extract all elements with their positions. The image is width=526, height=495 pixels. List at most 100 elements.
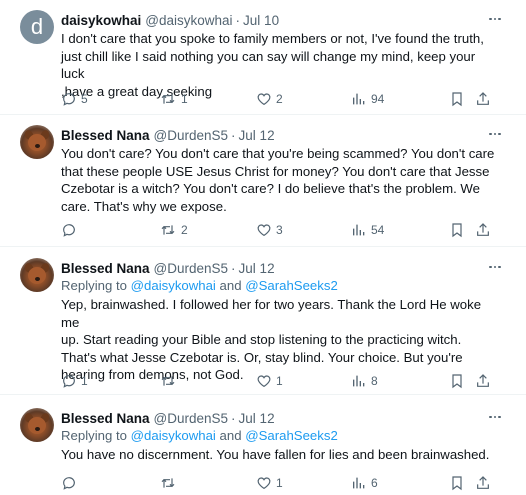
bookmark-button[interactable]	[449, 474, 465, 492]
bookmark-button[interactable]	[449, 221, 465, 239]
mention-link[interactable]: @SarahSeeks2	[245, 278, 338, 293]
retweet-icon	[161, 376, 175, 386]
views-button[interactable]: 6	[351, 474, 378, 492]
divider	[0, 394, 526, 395]
tweet-text: You have no discernment. You have fallen…	[61, 447, 490, 462]
display-name[interactable]: Blessed Nana	[61, 411, 150, 426]
view-count: 6	[371, 476, 378, 490]
views-icon	[353, 224, 365, 236]
handle[interactable]: @DurdenS5	[154, 261, 229, 276]
timestamp[interactable]: Jul 12	[239, 261, 275, 276]
avatar[interactable]: d	[20, 10, 54, 44]
reply-count: 1	[81, 374, 88, 388]
action-bar: 1 1 8	[61, 372, 496, 390]
share-icon	[477, 223, 489, 236]
heart-icon	[257, 93, 271, 106]
avatar-letter: d	[30, 14, 44, 39]
mention-link[interactable]: @daisykowhai	[131, 428, 216, 443]
avatar[interactable]	[20, 125, 54, 159]
views-button[interactable]: 94	[351, 90, 384, 108]
divider	[0, 114, 526, 115]
like-button[interactable]: 3	[256, 221, 283, 239]
display-name[interactable]: Blessed Nana	[61, 261, 150, 276]
share-icon	[477, 92, 489, 105]
action-bar: 5 1 2 94	[61, 90, 496, 108]
handle[interactable]: @DurdenS5	[154, 128, 229, 143]
share-icon	[477, 476, 489, 489]
views-icon	[353, 375, 365, 387]
tweet[interactable]: d daisykowhai @daisykowhai · Jul 10 I do…	[0, 10, 526, 112]
views-icon	[353, 93, 365, 105]
avatar[interactable]	[20, 408, 54, 442]
view-count: 8	[371, 374, 378, 388]
views-button[interactable]: 54	[351, 221, 384, 239]
reply-icon	[63, 375, 75, 388]
retweet-button[interactable]	[159, 372, 181, 390]
bookmark-button[interactable]	[449, 372, 465, 390]
replying-to-label: Replying to	[61, 428, 131, 443]
like-count: 1	[276, 476, 283, 490]
mention-link[interactable]: @daisykowhai	[131, 278, 216, 293]
display-name[interactable]: daisykowhai	[61, 13, 141, 28]
tweet-text: Yep, brainwashed. I followed her for two…	[61, 297, 482, 382]
reply-button[interactable]: 1	[61, 372, 88, 390]
display-name[interactable]: Blessed Nana	[61, 128, 150, 143]
retweet-count: 1	[181, 92, 188, 106]
tweet-text: You don't care? You don't care that you'…	[61, 146, 495, 214]
divider	[0, 246, 526, 247]
tweet-thread: d daisykowhai @daisykowhai · Jul 10 I do…	[0, 0, 526, 495]
handle[interactable]: @DurdenS5	[154, 411, 229, 426]
replying-to-label: Replying to	[61, 278, 131, 293]
share-button[interactable]	[475, 372, 491, 390]
bookmark-button[interactable]	[449, 90, 465, 108]
action-bar: 1 6	[61, 474, 496, 492]
more-icon[interactable]	[486, 260, 504, 274]
retweet-icon	[161, 478, 175, 488]
tweet[interactable]: Blessed Nana @DurdenS5 · Jul 12 Replying…	[0, 258, 526, 390]
heart-icon	[257, 224, 271, 237]
share-button[interactable]	[475, 90, 491, 108]
retweet-button[interactable]: 1	[159, 90, 188, 108]
share-button[interactable]	[475, 474, 491, 492]
share-button[interactable]	[475, 221, 491, 239]
timestamp[interactable]: Jul 12	[239, 411, 275, 426]
reply-button[interactable]	[61, 474, 81, 492]
view-count: 54	[371, 223, 385, 237]
more-icon[interactable]	[486, 127, 504, 141]
separator: ·	[231, 260, 236, 276]
retweet-button[interactable]: 2	[159, 221, 188, 239]
timestamp[interactable]: Jul 10	[243, 13, 279, 28]
like-button[interactable]: 1	[256, 372, 283, 390]
mention-link[interactable]: @SarahSeeks2	[245, 428, 338, 443]
reply-icon	[63, 477, 75, 490]
more-icon[interactable]	[486, 410, 504, 424]
retweet-button[interactable]	[159, 474, 181, 492]
replying-to: Replying to @daisykowhai and @SarahSeeks…	[61, 278, 338, 293]
reply-button[interactable]	[61, 221, 81, 239]
retweet-icon	[161, 225, 175, 235]
replying-to-and: and	[215, 278, 246, 293]
views-button[interactable]: 8	[351, 372, 378, 390]
like-button[interactable]: 2	[256, 90, 283, 108]
like-button[interactable]: 1	[256, 474, 283, 492]
retweet-icon	[161, 94, 175, 104]
tweet[interactable]: Blessed Nana @DurdenS5 · Jul 12 You don'…	[0, 125, 526, 243]
tweet-header: Blessed Nana @DurdenS5 · Jul 12	[61, 258, 275, 278]
heart-icon	[257, 477, 271, 490]
views-icon	[353, 477, 365, 489]
reply-button[interactable]: 5	[61, 90, 88, 108]
replying-to-and: and	[215, 428, 246, 443]
reply-count: 5	[81, 92, 88, 106]
bookmark-icon	[452, 374, 462, 389]
separator: ·	[235, 12, 241, 28]
reply-icon	[63, 224, 75, 237]
tweet[interactable]: Blessed Nana @DurdenS5 · Jul 12 Replying…	[0, 408, 526, 495]
avatar[interactable]	[20, 258, 54, 292]
handle[interactable]: @daisykowhai	[145, 13, 232, 28]
tweet-header: Blessed Nana @DurdenS5 · Jul 12	[61, 408, 275, 428]
retweet-count: 2	[181, 223, 188, 237]
bookmark-icon	[452, 223, 462, 238]
more-icon[interactable]	[486, 12, 504, 26]
like-count: 2	[276, 92, 283, 106]
timestamp[interactable]: Jul 12	[239, 128, 275, 143]
